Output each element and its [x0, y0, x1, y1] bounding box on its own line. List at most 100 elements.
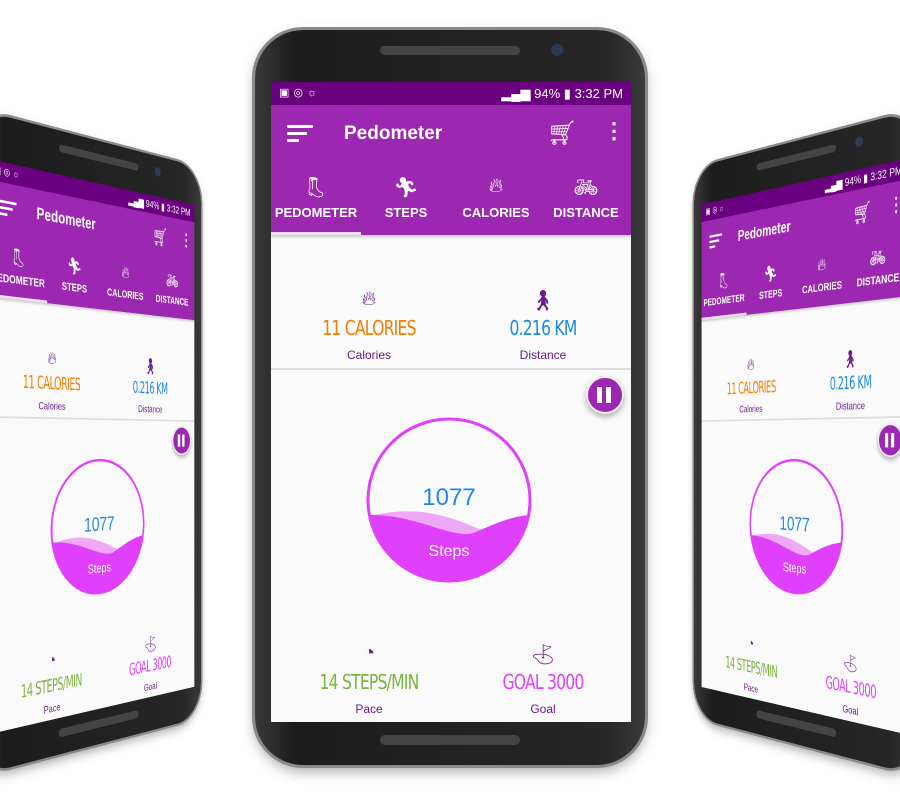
bottom-speaker [380, 735, 520, 745]
phone-screen: ▣◎☼ ▂▄▆ 94% ▮ 3:32 PM Pedometer 🛒︎ ⋮ 👢︎ P… [271, 82, 631, 722]
tab-pedometer[interactable]: 👢︎ PEDOMETER [0, 235, 47, 303]
more-vert-icon[interactable]: ⋮ [889, 192, 900, 217]
notification-icons: ▣◎☼ [705, 203, 727, 217]
tab-label: CALORIES [106, 285, 144, 303]
pace-stat: ◔ 14 STEPS/MIN Pace [706, 627, 801, 704]
flame-icon: 🔥︎ [746, 355, 755, 374]
tab-label: PEDOMETER [703, 291, 745, 309]
app-title: Pedometer [344, 123, 443, 144]
signal-icon: ▂▄▆ [501, 86, 535, 101]
tab-distance[interactable]: 🚲︎ DISTANCE [149, 262, 194, 321]
sort-menu-icon[interactable] [287, 125, 313, 145]
goal-stat: ⛳︎ GOAL 3000 Goal [102, 626, 195, 703]
notification-icons: ▣◎☼ [0, 164, 22, 182]
pace-label: Pace [355, 702, 383, 716]
distance-label: Distance [519, 348, 567, 362]
distance-stat: 🚶︎ 0.216 KM Distance [797, 344, 900, 414]
walker-icon: 🚶︎ [842, 349, 859, 370]
cart-icon[interactable]: 🛒︎ [153, 225, 169, 250]
tab-label: STEPS [384, 205, 428, 220]
tab-bar: 👢︎ PEDOMETER 🏃︎ STEPS 🔥︎ CALORIES 🚲︎ DISTANC… [271, 167, 631, 235]
battery-level: 94% [145, 197, 160, 212]
flame-icon: 🔥︎ [817, 255, 827, 275]
phone-left: ▣◎☼ ▂▄▆ 94% ▮ 3:32 PM Pedometer 🛒︎ ⋮ 👢︎ P… [0, 109, 201, 776]
distance-stat: 🚶︎ 0.216 KM Distance [453, 288, 631, 362]
sort-menu-icon[interactable] [709, 233, 723, 251]
signal-icon: ▂▄▆ [824, 176, 845, 194]
tab-label: CALORIES [462, 205, 530, 220]
earpiece [756, 143, 837, 172]
boot-icon: 👢︎ [303, 177, 329, 199]
calories-stat: 🔥︎ 11 CALORIES Calories [706, 352, 801, 415]
app-title: Pedometer [737, 218, 791, 245]
calories-value: 11 CALORIES [22, 371, 81, 395]
calories-label: Calories [346, 348, 391, 362]
pause-button[interactable] [172, 425, 191, 456]
goal-value: GOAL 3000 [502, 670, 584, 694]
flame-icon: 🔥︎ [121, 263, 130, 283]
tab-steps[interactable]: 🏃︎ STEPS [361, 167, 451, 235]
pause-button[interactable] [877, 423, 900, 458]
tab-steps[interactable]: 🏃︎ STEPS [47, 245, 100, 309]
calories-label: Calories [739, 403, 763, 415]
status-bar: ▣◎☼ ▂▄▆ 94% ▮ 3:32 PM [271, 82, 631, 105]
goal-stat: ⛳︎ GOAL 3000 Goal [453, 642, 631, 716]
signal-icon: ▂▄▆ [128, 193, 146, 210]
calories-label: Calories [38, 399, 66, 413]
tab-calories[interactable]: 🔥︎ CALORIES [451, 167, 541, 235]
notification-icons: ▣◎☼ [279, 87, 322, 99]
tab-distance[interactable]: 🚲︎ DISTANCE [541, 167, 631, 235]
tab-distance[interactable]: 🚲︎ DISTANCE [849, 235, 900, 303]
boot-icon: 👢︎ [717, 271, 731, 291]
divider [271, 368, 631, 370]
sort-menu-icon[interactable] [0, 199, 17, 221]
steps-label: Steps [428, 543, 470, 560]
bike-icon: 🚲︎ [165, 272, 179, 291]
clock: 3:32 PM [870, 163, 900, 184]
tab-label: DISTANCE [155, 292, 189, 309]
flame-icon: 🔥︎ [47, 348, 57, 369]
calories-stat: 🔥︎ 11 CALORIES Calories [0, 344, 105, 413]
front-camera [551, 44, 563, 56]
more-vert-icon[interactable]: ⋮ [181, 229, 192, 250]
tab-label: STEPS [759, 286, 783, 302]
tab-label: DISTANCE [553, 205, 619, 220]
tab-calories[interactable]: 🔥︎ CALORIES [796, 245, 849, 310]
more-vert-icon[interactable]: ⋮ [603, 119, 625, 143]
distance-value: 0.216 KM [132, 377, 168, 399]
app-bar: Pedometer 🛒︎ ⋮ 👢︎ PEDOMETER 🏃︎ STEPS 🔥︎ CAL… [271, 105, 631, 235]
battery-icon: ▮ [161, 200, 165, 214]
battery-icon: ▮ [563, 86, 571, 101]
tab-calories[interactable]: 🔥︎ CALORIES [101, 254, 150, 315]
cart-icon[interactable]: 🛒︎ [853, 199, 872, 228]
tab-label: PEDOMETER [274, 205, 358, 220]
walker-icon: 🚶︎ [143, 357, 157, 376]
tab-pedometer[interactable]: 👢︎ PEDOMETER [702, 261, 747, 320]
calories-value: 11 CALORIES [726, 376, 776, 399]
tab-pedometer[interactable]: 👢︎ PEDOMETER [271, 167, 361, 235]
run-icon: 🏃︎ [393, 177, 419, 199]
tab-steps[interactable]: 🏃︎ STEPS [747, 253, 796, 314]
speedometer-icon: ◔ [362, 642, 376, 664]
phone-right: ▣◎☼ ▂▄▆ 94% ▮ 3:32 PM Pedometer 🛒︎ ⋮ 👢︎ P… [694, 109, 900, 776]
clock: 3:32 PM [166, 201, 191, 219]
goal-stat: ⛳︎ GOAL 3000 Goal [797, 643, 900, 729]
bike-icon: 🚲︎ [869, 247, 887, 270]
pause-button[interactable] [586, 376, 624, 414]
battery-level: 94% [844, 172, 862, 189]
battery-icon: ▮ [863, 170, 868, 185]
cart-icon[interactable]: 🛒︎ [547, 119, 577, 148]
distance-value: 0.216 KM [829, 371, 872, 394]
tab-bar: 👢︎ PEDOMETER 🏃︎ STEPS 🔥︎ CALORIES 🚲︎ DISTANC… [702, 235, 900, 320]
divider [0, 415, 195, 422]
phone-screen: ▣◎☼ ▂▄▆ 94% ▮ 3:32 PM Pedometer 🛒︎ ⋮ 👢︎ P… [0, 158, 195, 735]
goal-label: Goal [530, 702, 556, 716]
golf-flag-icon: ⛳︎ [530, 644, 556, 666]
app-title: Pedometer [36, 205, 96, 234]
clock: 3:32 PM [574, 86, 623, 101]
flame-icon: 🔥︎ [488, 175, 504, 197]
pace-stat: ◔ 14 STEPS/MIN Pace [0, 642, 105, 728]
distance-value: 0.216 KM [509, 316, 577, 340]
distance-label: Distance [835, 399, 866, 413]
earpiece [380, 46, 520, 55]
